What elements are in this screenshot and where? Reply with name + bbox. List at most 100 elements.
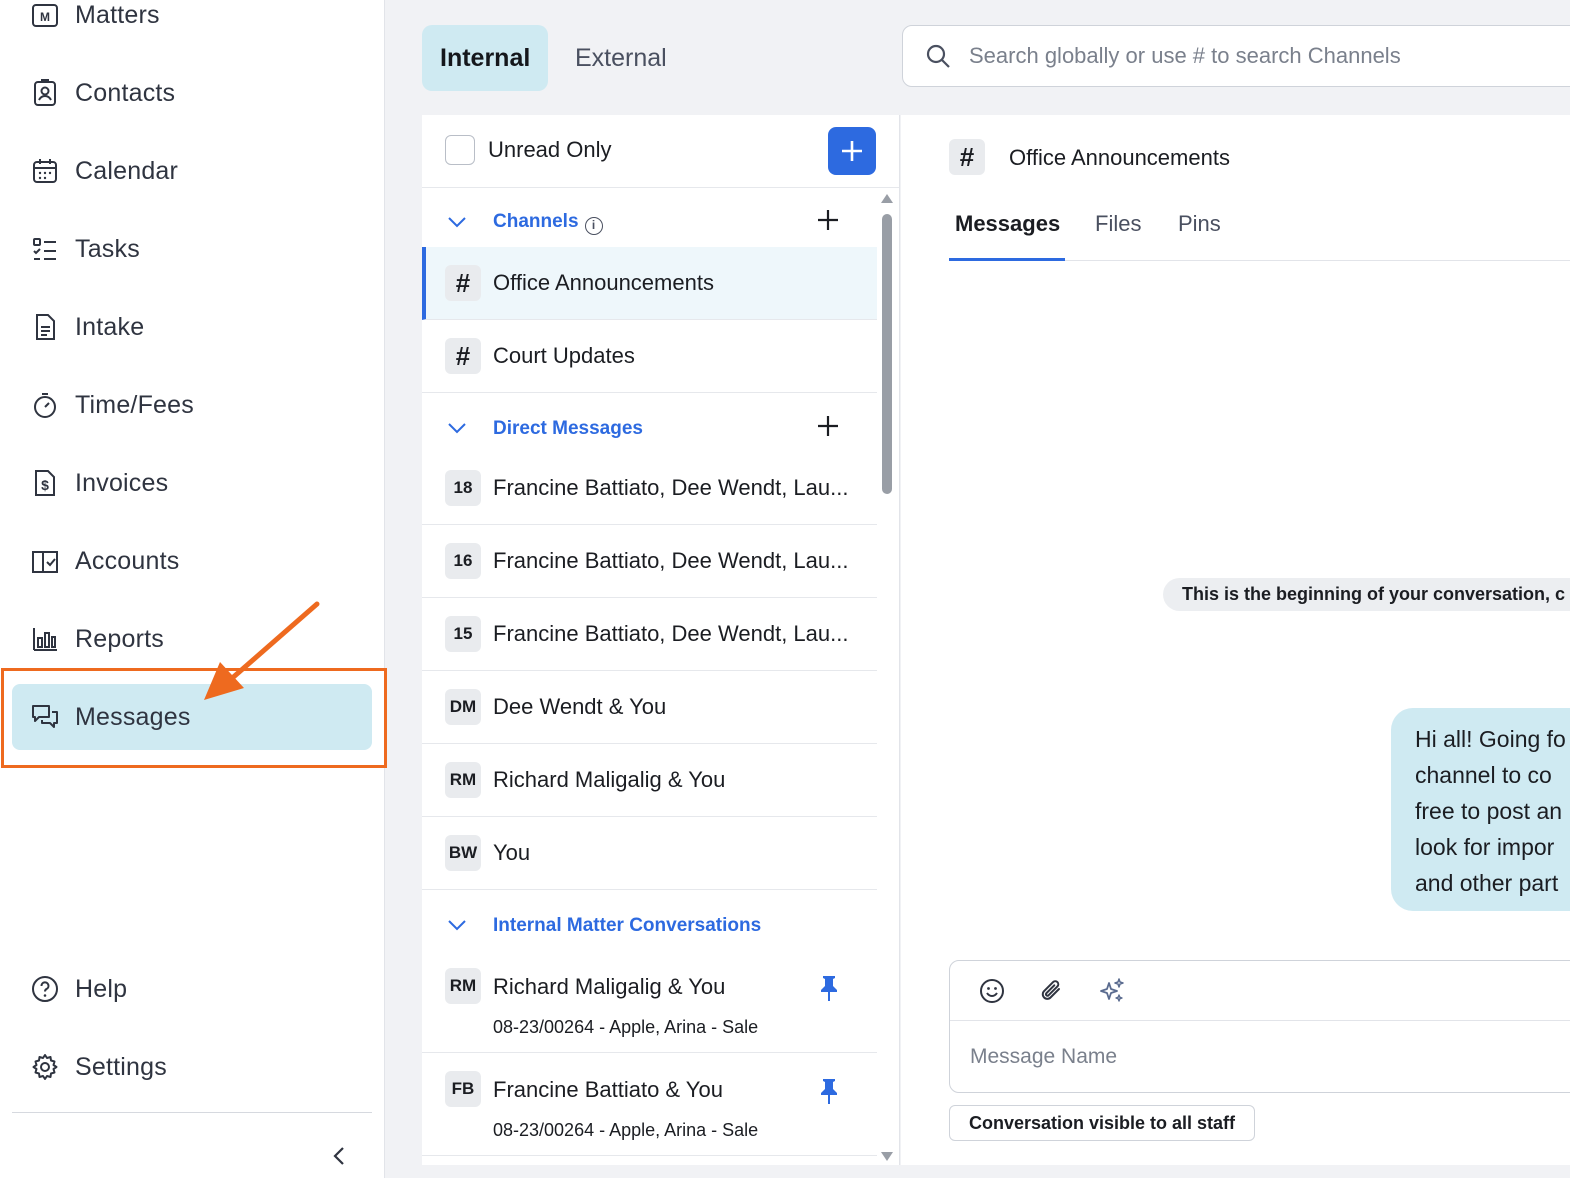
channel-name: Office Announcements xyxy=(493,270,714,295)
scroll-up-arrow-icon[interactable] xyxy=(881,194,893,203)
section-internal-matter-conversations[interactable]: Internal Matter Conversations xyxy=(422,896,877,956)
dm-name: You xyxy=(493,840,531,865)
tasks-icon xyxy=(30,234,60,264)
channel-list-scrollbar[interactable] xyxy=(876,190,898,1165)
channel-name: Court Updates xyxy=(493,343,635,368)
section-channels[interactable]: Channels i xyxy=(422,193,877,253)
section-direct-messages[interactable]: Direct Messages xyxy=(422,399,877,459)
nav-label: Time/Fees xyxy=(75,390,194,419)
paperclip-icon[interactable] xyxy=(1037,976,1067,1006)
scroll-thumb[interactable] xyxy=(882,214,892,494)
nav-contacts[interactable]: Contacts xyxy=(12,60,372,126)
nav-matters[interactable]: M Matters xyxy=(12,0,372,48)
tab-internal[interactable]: Internal xyxy=(422,25,549,91)
dm-item[interactable]: BW You xyxy=(422,817,877,890)
message-bubble[interactable]: Hi all! Going fo channel to co free to p… xyxy=(1391,708,1570,911)
dm-name: Richard Maligalig & You xyxy=(493,767,726,792)
nav-label: Matters xyxy=(75,0,160,29)
collapse-sidebar-button[interactable] xyxy=(326,1142,352,1170)
hash-icon: # xyxy=(445,265,481,301)
pin-icon[interactable] xyxy=(818,1077,840,1105)
svg-text:M: M xyxy=(40,10,50,24)
nav-label: Settings xyxy=(75,1052,167,1081)
nav-invoices[interactable]: $ Invoices xyxy=(12,450,372,516)
matter-badge: FB xyxy=(445,1071,481,1107)
conversation-title: Office Announcements xyxy=(1009,145,1230,170)
pin-icon[interactable] xyxy=(818,974,840,1002)
help-circle-icon xyxy=(30,974,60,1004)
composer-toolbar xyxy=(950,961,1570,1021)
nav-calendar[interactable]: Calendar xyxy=(12,138,372,204)
nav-label: Contacts xyxy=(75,78,176,107)
dm-name: Francine Battiato, Dee Wendt, Lau... xyxy=(493,548,849,573)
channel-item-office-announcements[interactable]: # Office Announcements xyxy=(422,247,877,320)
ai-sparkle-icon[interactable] xyxy=(1097,976,1127,1006)
dm-item[interactable]: DM Dee Wendt & You xyxy=(422,671,877,744)
unread-only-checkbox[interactable] xyxy=(445,135,475,165)
channel-item-court-updates[interactable]: # Court Updates xyxy=(422,320,877,393)
conversation-start-notice: This is the beginning of your conversati… xyxy=(1163,578,1570,611)
dm-badge: 18 xyxy=(445,470,481,506)
nav-label: Calendar xyxy=(75,156,179,185)
dm-name: Francine Battiato, Dee Wendt, Lau... xyxy=(493,475,849,500)
annotation-arrow-icon xyxy=(204,601,320,700)
tab-messages[interactable]: Messages xyxy=(955,211,1060,237)
message-input[interactable]: Message Name xyxy=(970,1045,1117,1069)
scroll-down-arrow-icon[interactable] xyxy=(881,1152,893,1161)
add-channel-plus-icon[interactable] xyxy=(816,208,840,232)
dm-badge: RM xyxy=(445,762,481,798)
dm-badge: BW xyxy=(445,835,481,871)
new-conversation-button[interactable] xyxy=(828,127,876,175)
nav-label: Intake xyxy=(75,312,145,341)
active-tab-indicator xyxy=(949,258,1065,261)
nav-intake[interactable]: Intake xyxy=(12,294,372,360)
matter-conversation-name: Richard Maligalig & You xyxy=(493,974,726,999)
hash-icon: # xyxy=(445,338,481,374)
dm-badge: 15 xyxy=(445,616,481,652)
nav-label: Tasks xyxy=(75,234,140,263)
section-direct-messages-title: Direct Messages xyxy=(493,418,643,439)
invoice-dollar-icon: $ xyxy=(30,468,60,498)
dm-item[interactable]: RM Richard Maligalig & You xyxy=(422,744,877,817)
nav-time-fees[interactable]: Time/Fees xyxy=(12,372,372,438)
dm-badge: DM xyxy=(445,689,481,725)
nav-help[interactable]: Help xyxy=(12,956,372,1022)
book-check-icon xyxy=(30,546,60,576)
matter-reference: 08-23/00264 - Apple, Arina - Sale xyxy=(493,1017,759,1037)
dm-item[interactable]: 18 Francine Battiato, Dee Wendt, Lau... xyxy=(422,452,877,525)
message-composer: Message Name xyxy=(949,960,1570,1093)
nav-label: Reports xyxy=(75,624,164,653)
search-icon xyxy=(925,42,953,70)
add-direct-message-plus-icon[interactable] xyxy=(816,414,840,438)
nav-settings[interactable]: Settings xyxy=(12,1034,372,1100)
nav-tasks[interactable]: Tasks xyxy=(12,216,372,282)
chevron-down-icon xyxy=(448,920,466,931)
matter-conversation-item[interactable]: RM Richard Maligalig & You 08-23/00264 -… xyxy=(422,950,877,1053)
section-internal-matter-title: Internal Matter Conversations xyxy=(493,915,762,936)
nav-accounts[interactable]: Accounts xyxy=(12,528,372,594)
svg-text:$: $ xyxy=(41,477,49,493)
intake-icon xyxy=(30,312,60,342)
chevron-down-icon xyxy=(448,423,466,434)
matter-reference: 08-23/00264 - Apple, Arina - Sale xyxy=(493,1120,759,1140)
conversation-panel: # Office Announcements Messages Files Pi… xyxy=(901,115,1570,1165)
channel-list-panel: Unread Only Channels i # Office Announcem… xyxy=(422,115,900,1165)
hash-icon: # xyxy=(949,139,985,175)
sidebar: M Matters Contacts Calendar Tasks Intake… xyxy=(0,0,385,1178)
dm-item[interactable]: 16 Francine Battiato, Dee Wendt, Lau... xyxy=(422,525,877,598)
global-search[interactable]: Search globally or use # to search Chann… xyxy=(902,25,1570,87)
timer-icon xyxy=(30,390,60,420)
tab-external[interactable]: External xyxy=(557,25,685,91)
emoji-icon[interactable] xyxy=(977,976,1007,1006)
matters-icon: M xyxy=(30,0,60,30)
chevron-left-icon xyxy=(333,1147,344,1165)
tab-pins[interactable]: Pins xyxy=(1178,211,1221,237)
tab-files[interactable]: Files xyxy=(1095,211,1141,237)
matter-conversation-item[interactable]: FB Francine Battiato & You 08-23/00264 -… xyxy=(422,1053,877,1156)
info-icon[interactable]: i xyxy=(584,217,603,235)
nav-label: Invoices xyxy=(75,468,169,497)
plus-icon xyxy=(842,141,862,161)
chevron-down-icon xyxy=(448,217,466,228)
matter-badge: RM xyxy=(445,968,481,1004)
dm-item[interactable]: 15 Francine Battiato, Dee Wendt, Lau... xyxy=(422,598,877,671)
